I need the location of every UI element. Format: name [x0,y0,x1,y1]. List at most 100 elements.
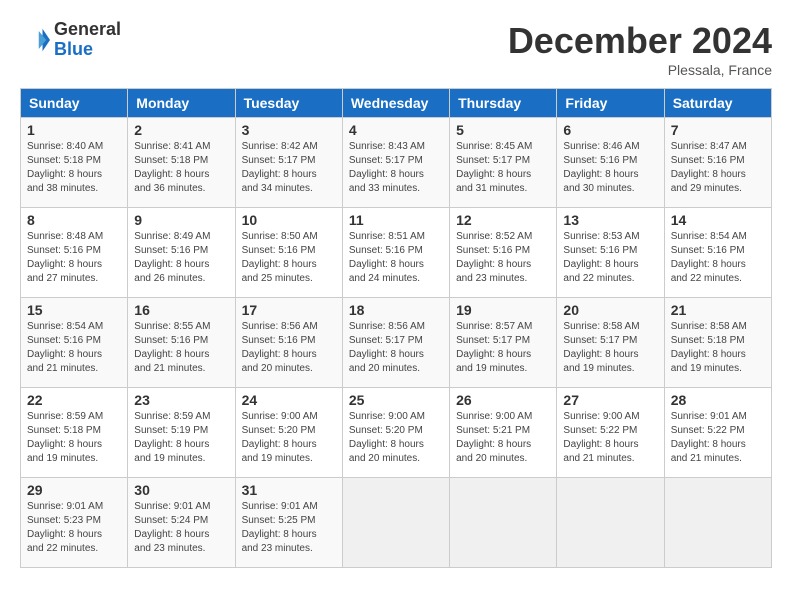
day-info: Sunrise: 9:00 AM Sunset: 5:21 PM Dayligh… [456,410,550,466]
logo-icon [20,25,50,55]
day-number: 13 [563,212,657,228]
week-row-5: 29 Sunrise: 9:01 AM Sunset: 5:23 PM Dayli… [21,478,772,568]
week-row-3: 15 Sunrise: 8:54 AM Sunset: 5:16 PM Dayli… [21,298,772,388]
calendar-cell: 18 Sunrise: 8:56 AM Sunset: 5:17 PM Dayli… [342,298,449,388]
logo-blue: Blue [54,40,121,60]
calendar-cell: 19 Sunrise: 8:57 AM Sunset: 5:17 PM Dayli… [450,298,557,388]
logo-text: General Blue [54,20,121,60]
day-info: Sunrise: 9:00 AM Sunset: 5:20 PM Dayligh… [242,410,336,466]
day-number: 5 [456,122,550,138]
day-info: Sunrise: 9:01 AM Sunset: 5:23 PM Dayligh… [27,500,121,556]
day-number: 7 [671,122,765,138]
page-header: General Blue December 2024 Plessala, Fra… [20,20,772,78]
day-number: 29 [27,482,121,498]
day-info: Sunrise: 8:57 AM Sunset: 5:17 PM Dayligh… [456,320,550,376]
day-number: 6 [563,122,657,138]
day-number: 15 [27,302,121,318]
col-friday: Friday [557,89,664,118]
calendar-cell: 5 Sunrise: 8:45 AM Sunset: 5:17 PM Daylig… [450,118,557,208]
calendar-cell: 25 Sunrise: 9:00 AM Sunset: 5:20 PM Dayli… [342,388,449,478]
col-saturday: Saturday [664,89,771,118]
calendar-cell: 12 Sunrise: 8:52 AM Sunset: 5:16 PM Dayli… [450,208,557,298]
day-info: Sunrise: 8:59 AM Sunset: 5:19 PM Dayligh… [134,410,228,466]
day-info: Sunrise: 8:48 AM Sunset: 5:16 PM Dayligh… [27,230,121,286]
col-monday: Monday [128,89,235,118]
day-info: Sunrise: 8:42 AM Sunset: 5:17 PM Dayligh… [242,140,336,196]
col-sunday: Sunday [21,89,128,118]
calendar-cell: 17 Sunrise: 8:56 AM Sunset: 5:16 PM Dayli… [235,298,342,388]
day-number: 19 [456,302,550,318]
calendar-cell: 2 Sunrise: 8:41 AM Sunset: 5:18 PM Daylig… [128,118,235,208]
calendar-cell: 21Sunrise: 8:58 AM Sunset: 5:18 PM Dayli… [664,298,771,388]
calendar-cell: 15 Sunrise: 8:54 AM Sunset: 5:16 PM Dayli… [21,298,128,388]
calendar-cell: 9 Sunrise: 8:49 AM Sunset: 5:16 PM Daylig… [128,208,235,298]
logo: General Blue [20,20,121,60]
day-info: Sunrise: 8:58 AM Sunset: 5:18 PM Dayligh… [671,320,765,376]
day-number: 27 [563,392,657,408]
day-info: Sunrise: 8:46 AM Sunset: 5:16 PM Dayligh… [563,140,657,196]
day-number: 17 [242,302,336,318]
day-info: Sunrise: 8:41 AM Sunset: 5:18 PM Dayligh… [134,140,228,196]
calendar-cell: 1Sunrise: 8:40 AM Sunset: 5:18 PM Daylig… [21,118,128,208]
day-info: Sunrise: 8:45 AM Sunset: 5:17 PM Dayligh… [456,140,550,196]
day-number: 16 [134,302,228,318]
day-info: Sunrise: 8:58 AM Sunset: 5:17 PM Dayligh… [563,320,657,376]
day-info: Sunrise: 8:56 AM Sunset: 5:17 PM Dayligh… [349,320,443,376]
day-number: 25 [349,392,443,408]
day-info: Sunrise: 9:01 AM Sunset: 5:25 PM Dayligh… [242,500,336,556]
day-number: 11 [349,212,443,228]
day-info: Sunrise: 9:00 AM Sunset: 5:22 PM Dayligh… [563,410,657,466]
day-number: 4 [349,122,443,138]
day-number: 9 [134,212,228,228]
day-number: 10 [242,212,336,228]
day-info: Sunrise: 8:54 AM Sunset: 5:16 PM Dayligh… [671,230,765,286]
day-number: 24 [242,392,336,408]
calendar-cell: 26 Sunrise: 9:00 AM Sunset: 5:21 PM Dayli… [450,388,557,478]
calendar-cell: 16 Sunrise: 8:55 AM Sunset: 5:16 PM Dayli… [128,298,235,388]
calendar-cell: 3 Sunrise: 8:42 AM Sunset: 5:17 PM Daylig… [235,118,342,208]
day-info: Sunrise: 9:01 AM Sunset: 5:24 PM Dayligh… [134,500,228,556]
day-number: 30 [134,482,228,498]
calendar-cell: 30 Sunrise: 9:01 AM Sunset: 5:24 PM Dayli… [128,478,235,568]
calendar-cell: 22 Sunrise: 8:59 AM Sunset: 5:18 PM Dayli… [21,388,128,478]
day-number: 20 [563,302,657,318]
day-info: Sunrise: 8:56 AM Sunset: 5:16 PM Dayligh… [242,320,336,376]
calendar-cell: 28Sunrise: 9:01 AM Sunset: 5:22 PM Dayli… [664,388,771,478]
day-number: 28 [671,392,765,408]
calendar-cell: 27 Sunrise: 9:00 AM Sunset: 5:22 PM Dayli… [557,388,664,478]
day-info: Sunrise: 8:55 AM Sunset: 5:16 PM Dayligh… [134,320,228,376]
day-info: Sunrise: 8:51 AM Sunset: 5:16 PM Dayligh… [349,230,443,286]
day-info: Sunrise: 8:47 AM Sunset: 5:16 PM Dayligh… [671,140,765,196]
day-number: 12 [456,212,550,228]
day-number: 18 [349,302,443,318]
day-info: Sunrise: 8:59 AM Sunset: 5:18 PM Dayligh… [27,410,121,466]
calendar-cell: 10Sunrise: 8:50 AM Sunset: 5:16 PM Dayli… [235,208,342,298]
day-info: Sunrise: 9:00 AM Sunset: 5:20 PM Dayligh… [349,410,443,466]
day-info: Sunrise: 8:54 AM Sunset: 5:16 PM Dayligh… [27,320,121,376]
calendar-cell: 6 Sunrise: 8:46 AM Sunset: 5:16 PM Daylig… [557,118,664,208]
logo-general: General [54,20,121,40]
calendar-cell: 20 Sunrise: 8:58 AM Sunset: 5:17 PM Dayli… [557,298,664,388]
calendar-cell [664,478,771,568]
day-info: Sunrise: 8:53 AM Sunset: 5:16 PM Dayligh… [563,230,657,286]
day-number: 3 [242,122,336,138]
day-number: 14 [671,212,765,228]
month-title: December 2024 [508,20,772,62]
day-info: Sunrise: 8:49 AM Sunset: 5:16 PM Dayligh… [134,230,228,286]
day-number: 8 [27,212,121,228]
week-row-4: 22 Sunrise: 8:59 AM Sunset: 5:18 PM Dayli… [21,388,772,478]
calendar-cell: 23Sunrise: 8:59 AM Sunset: 5:19 PM Dayli… [128,388,235,478]
day-number: 31 [242,482,336,498]
day-number: 1 [27,122,121,138]
location: Plessala, France [508,62,772,78]
calendar-cell: 7 Sunrise: 8:47 AM Sunset: 5:16 PM Daylig… [664,118,771,208]
day-number: 2 [134,122,228,138]
col-wednesday: Wednesday [342,89,449,118]
calendar-cell: 13 Sunrise: 8:53 AM Sunset: 5:16 PM Dayli… [557,208,664,298]
day-info: Sunrise: 8:52 AM Sunset: 5:16 PM Dayligh… [456,230,550,286]
day-number: 26 [456,392,550,408]
calendar-cell: 8 Sunrise: 8:48 AM Sunset: 5:16 PM Daylig… [21,208,128,298]
day-info: Sunrise: 8:43 AM Sunset: 5:17 PM Dayligh… [349,140,443,196]
title-block: December 2024 Plessala, France [508,20,772,78]
day-number: 22 [27,392,121,408]
